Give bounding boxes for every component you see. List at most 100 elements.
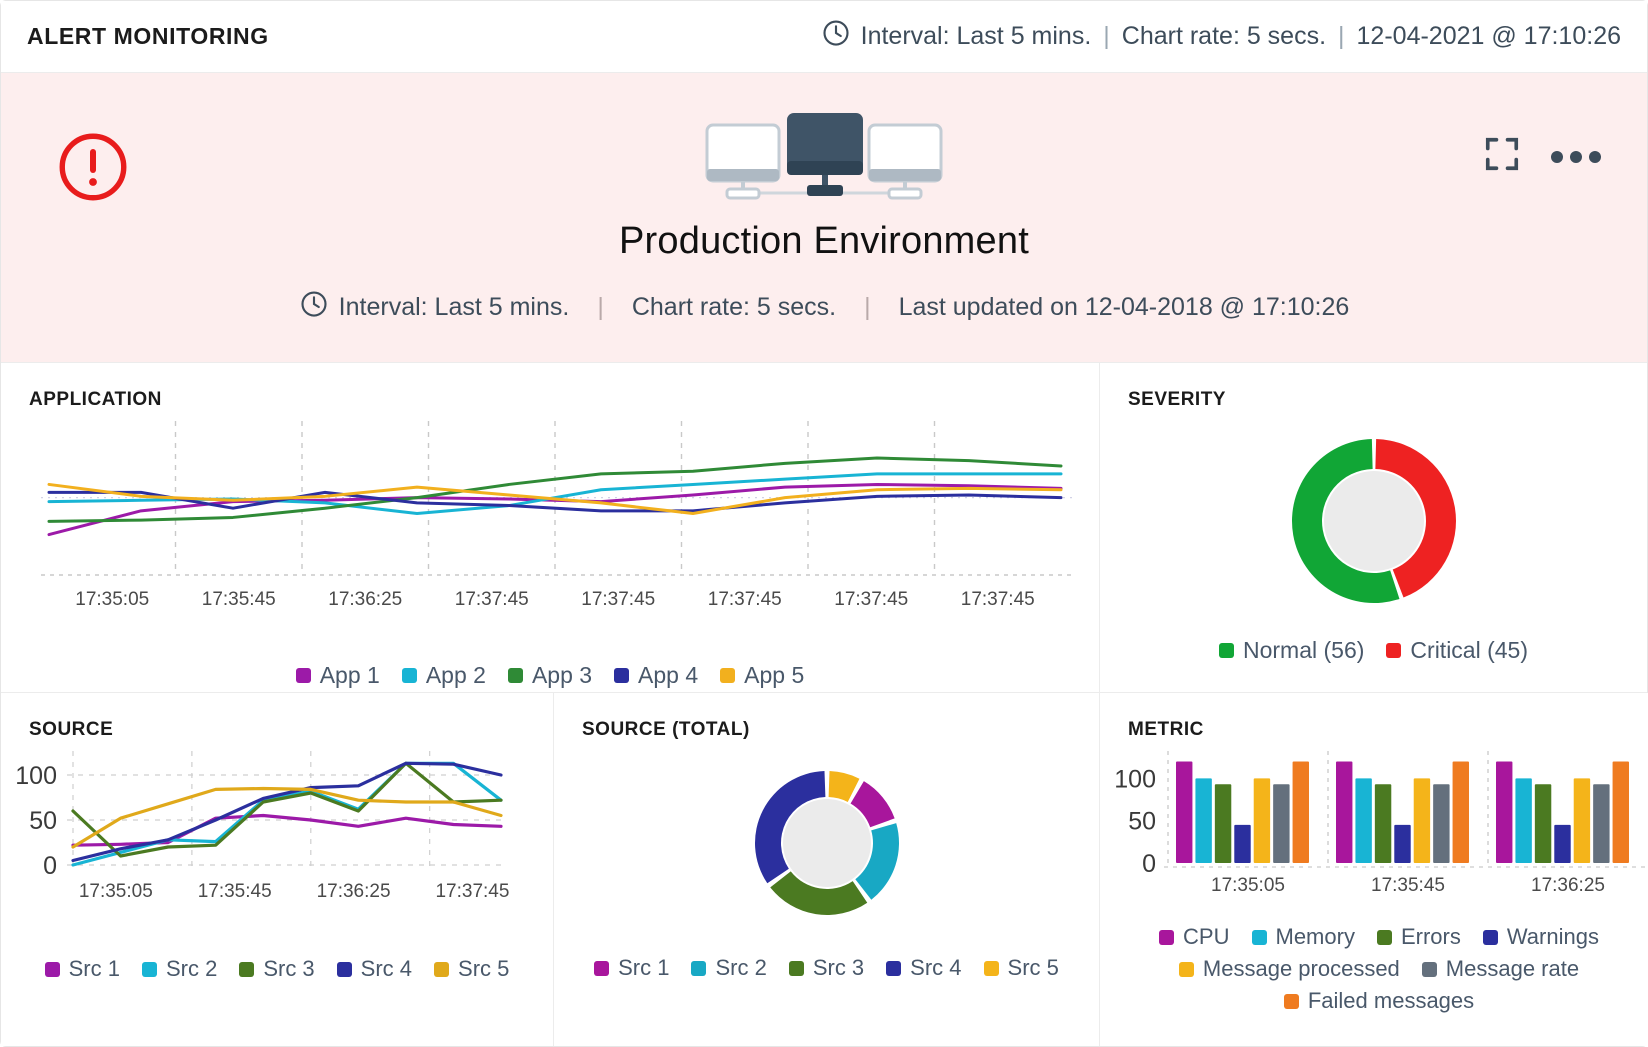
legend-swatch-icon (788, 960, 804, 976)
source-legend-item[interactable]: Src 3 (239, 956, 315, 982)
topbar-timestamp: 12-04-2021 @ 17:10:26 (1356, 22, 1621, 50)
application-line-chart[interactable]: 17:35:05 17:35:45 17:36:25 17:37:45 17:37:45… (1, 411, 1099, 646)
legend-label: App 5 (744, 662, 805, 688)
legend-swatch-icon (594, 960, 610, 976)
metric-legend-item[interactable]: Errors (1376, 924, 1461, 950)
svg-text:0: 0 (43, 852, 57, 880)
svg-text:17:37:45: 17:37:45 (834, 589, 908, 610)
svg-text:17:37:45: 17:37:45 (435, 881, 509, 902)
svg-text:17:37:45: 17:37:45 (581, 589, 655, 610)
top-bar: ALERT MONITORING Interval: Last 5 mins. … (1, 1, 1647, 73)
svg-text:17:35:45: 17:35:45 (202, 589, 276, 610)
svg-text:17:35:05: 17:35:05 (1211, 875, 1285, 896)
panel-severity: SEVERITY Normal (56) Critical (45) (1099, 363, 1647, 692)
legend-swatch-icon (1159, 929, 1175, 945)
metric-legend: CPU Memory Errors Warnings Message processed… (1100, 924, 1648, 1014)
panel-title-source: SOURCE (29, 719, 114, 740)
banner-chart-rate: Chart rate: 5 secs. (631, 293, 837, 321)
legend-swatch-icon (295, 668, 311, 683)
alert-monitoring-dashboard: ALERT MONITORING Interval: Last 5 mins. … (0, 0, 1648, 1047)
legend-swatch-icon (434, 961, 450, 977)
legend-label: Message rate (1445, 956, 1580, 981)
legend-swatch-icon (44, 961, 60, 977)
application-legend-item[interactable]: App 2 (401, 662, 486, 689)
dashboard-row-1: APPLICATION 17:35:05 17:35:45 17:36:25 17:3… (1, 363, 1647, 693)
svg-text:17:36:25: 17:36:25 (1531, 875, 1605, 896)
topbar-separator-1: | (1103, 22, 1110, 50)
topbar-meta: Interval: Last 5 mins. | Chart rate: 5 s… (821, 18, 1621, 55)
source-total-legend-item[interactable]: Src 2 (691, 955, 767, 981)
metric-legend-item[interactable]: CPU (1159, 924, 1230, 950)
legend-label: Critical (45) (1410, 637, 1528, 663)
fullscreen-icon[interactable] (1483, 135, 1521, 178)
legend-label: Failed messages (1307, 988, 1475, 1013)
panel-application: APPLICATION 17:35:05 17:35:45 17:36:25 17:3… (1, 363, 1099, 692)
legend-label: Src 5 (1007, 955, 1059, 980)
legend-label: App 4 (638, 662, 699, 688)
dashboard-row-2: SOURCE 0 50 100 17:35:05 17:35:45 17:36:25 17:… (1, 693, 1648, 1046)
clock-icon (821, 18, 851, 55)
application-legend-item[interactable]: App 5 (720, 662, 804, 689)
svg-text:17:35:45: 17:35:45 (198, 881, 272, 902)
panel-source-total: SOURCE (TOTAL) Src 1 Src 2 Src 3 Src 4 Src 5 (553, 693, 1099, 1046)
banner-separator-1: | (597, 293, 604, 321)
metric-legend-item[interactable]: Message rate (1421, 956, 1580, 982)
source-total-legend-item[interactable]: Src 5 (983, 955, 1059, 981)
svg-text:17:35:45: 17:35:45 (1371, 875, 1445, 896)
source-line-chart[interactable]: 0 50 100 17:35:05 17:35:45 17:36:25 17:37:45 (1, 741, 553, 926)
severity-legend-item[interactable]: Normal (56) (1219, 637, 1364, 664)
legend-swatch-icon (1376, 929, 1392, 945)
banner-last-updated: Last updated on 12-04-2018 @ 17:10:26 (898, 293, 1350, 321)
svg-text:0: 0 (1142, 850, 1156, 878)
legend-label: Src 3 (263, 956, 315, 981)
source-legend-item[interactable]: Src 5 (434, 956, 509, 982)
application-legend-item[interactable]: App 4 (614, 662, 698, 689)
metric-legend-item[interactable]: Message processed (1178, 956, 1400, 982)
source-legend-item[interactable]: Src 1 (44, 956, 120, 982)
legend-label: App 2 (425, 662, 486, 688)
source-total-legend: Src 1 Src 2 Src 3 Src 4 Src 5 (554, 955, 1099, 981)
panel-source: SOURCE 0 50 100 17:35:05 17:35:45 17:36:25 17:… (1, 693, 553, 1046)
legend-label: Src 3 (812, 955, 865, 980)
legend-label: Normal (56) (1243, 637, 1365, 663)
legend-swatch-icon (239, 961, 255, 977)
topbar-interval: Interval: Last 5 mins. (860, 22, 1092, 50)
legend-label: App 1 (319, 662, 380, 688)
panel-title-severity: SEVERITY (1128, 389, 1226, 410)
legend-label: Warnings (1506, 924, 1599, 949)
application-legend-item[interactable]: App 3 (507, 662, 592, 689)
legend-label: Src 2 (165, 956, 218, 981)
legend-swatch-icon (1219, 643, 1234, 658)
legend-swatch-icon (1386, 643, 1402, 658)
more-options-icon[interactable] (1551, 150, 1601, 163)
source-legend: Src 1 Src 2 Src 3 Src 4 Src 5 (1, 956, 553, 982)
banner-actions (1483, 135, 1601, 178)
metric-legend-item[interactable]: Warnings (1482, 924, 1599, 950)
severity-donut-chart[interactable] (1100, 421, 1647, 621)
source-legend-item[interactable]: Src 2 (141, 956, 218, 982)
source-total-legend-item[interactable]: Src 3 (788, 955, 865, 981)
source-legend-item[interactable]: Src 4 (336, 956, 412, 982)
source-total-donut-chart[interactable] (554, 755, 1099, 931)
severity-legend-item[interactable]: Critical (45) (1386, 637, 1528, 664)
legend-label: Src 5 (458, 956, 510, 981)
application-legend-item[interactable]: App 1 (295, 662, 380, 689)
banner-separator-2: | (864, 293, 871, 321)
legend-swatch-icon (1421, 961, 1437, 977)
metric-bar-chart[interactable]: 0 50 100 17:35:05 17:35:45 17:36:25 (1100, 741, 1648, 916)
metric-legend-item[interactable]: Memory (1251, 924, 1355, 950)
svg-text:17:37:45: 17:37:45 (708, 589, 782, 610)
legend-label: Src 1 (68, 956, 120, 981)
metric-legend-item[interactable]: Failed messages (1283, 988, 1475, 1014)
svg-text:17:37:45: 17:37:45 (455, 589, 529, 610)
legend-swatch-icon (1178, 961, 1194, 977)
source-total-legend-item[interactable]: Src 1 (594, 955, 669, 981)
source-total-legend-item[interactable]: Src 4 (886, 955, 962, 981)
legend-label: Errors (1400, 924, 1461, 949)
alert-banner: Production Environment Interval: Last 5 … (1, 73, 1647, 363)
legend-swatch-icon (507, 668, 523, 683)
application-legend: App 1 App 2 App 3 App 4 App 5 (1, 662, 1099, 689)
svg-text:17:35:05: 17:35:05 (79, 881, 153, 902)
panel-title-source-total: SOURCE (TOTAL) (582, 719, 750, 740)
legend-swatch-icon (401, 668, 417, 683)
